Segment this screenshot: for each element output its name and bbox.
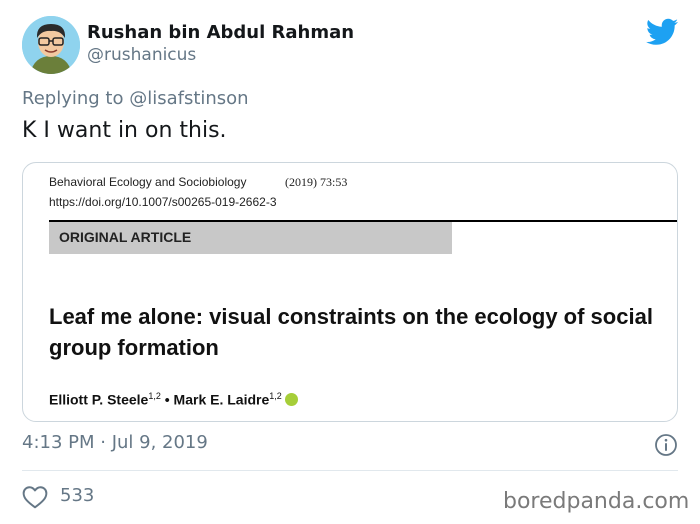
orcid-icon bbox=[284, 393, 298, 407]
divider bbox=[22, 470, 678, 471]
author-name: Mark E. Laidre bbox=[173, 391, 270, 408]
tweet-text: K I want in on this. bbox=[22, 118, 227, 143]
article-type: ORIGINAL ARTICLE bbox=[59, 229, 192, 245]
timestamp[interactable]: 4:13 PM · Jul 9, 2019 bbox=[22, 432, 208, 453]
cartoon-avatar-icon bbox=[22, 16, 80, 74]
display-name[interactable]: Rushan bin Abdul Rahman bbox=[87, 22, 354, 43]
doi-link: https://doi.org/10.1007/s00265-019-2662-… bbox=[49, 195, 277, 209]
author-affiliation: 1,2 bbox=[269, 391, 282, 401]
twitter-bird-icon[interactable] bbox=[646, 18, 678, 46]
journal-name: Behavioral Ecology and Sociobiology bbox=[49, 175, 247, 189]
paper-title: Leaf me alone: visual constraints on the… bbox=[49, 304, 653, 360]
info-icon[interactable] bbox=[654, 433, 678, 457]
journal-volume: (2019) 73:53 bbox=[285, 175, 348, 189]
author-name: Elliott P. Steele bbox=[49, 391, 149, 408]
avatar[interactable] bbox=[22, 16, 80, 74]
user-handle[interactable]: @rushanicus bbox=[87, 45, 196, 65]
replying-to[interactable]: Replying to @lisafstinson bbox=[22, 88, 249, 109]
watermark: boredpanda.com bbox=[503, 489, 690, 514]
author-list: Elliott P. Steele1,2 • Mark E. Laidre1,2 bbox=[49, 391, 298, 408]
like-count[interactable]: 533 bbox=[60, 485, 94, 506]
embedded-image[interactable]: Behavioral Ecology and Sociobiology (201… bbox=[22, 162, 678, 422]
heart-icon[interactable] bbox=[22, 485, 48, 509]
author-affiliation: 1,2 bbox=[148, 391, 161, 401]
author-separator: • bbox=[160, 391, 174, 408]
